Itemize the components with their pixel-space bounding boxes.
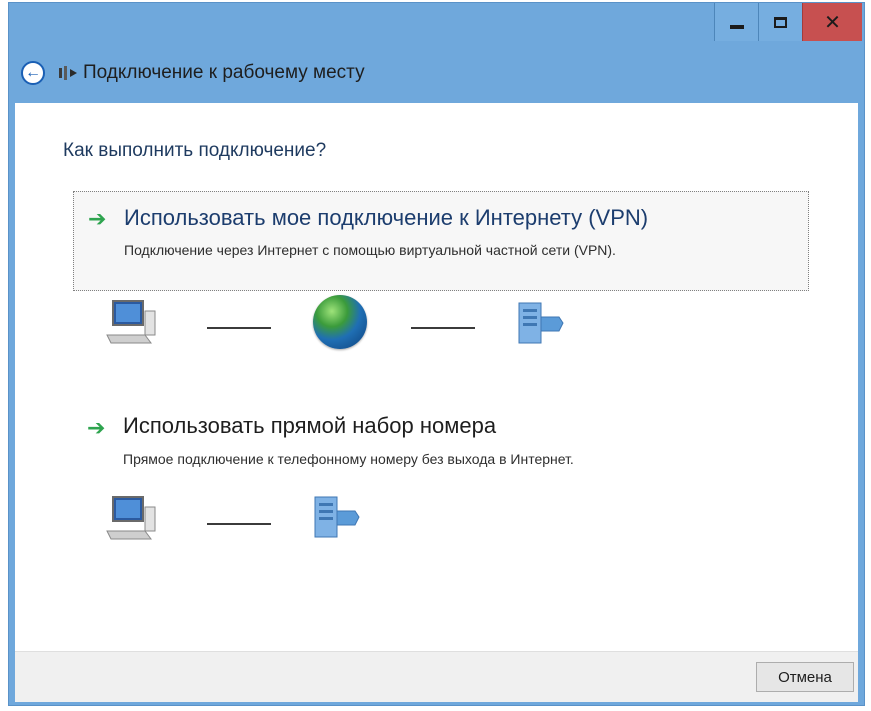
connection-line [207,327,271,329]
maximize-icon [774,16,787,28]
close-icon: ✕ [824,10,841,34]
back-button[interactable]: ← [21,61,45,85]
back-arrow-icon: ← [25,64,41,81]
globe-icon [313,295,367,349]
vpn-diagram [15,295,858,355]
green-arrow-icon: ➔ [88,206,107,231]
wizard-content: Как выполнить подключение? ➔ Использоват… [15,103,858,651]
wizard-footer: Отмена [15,651,858,702]
server-icon [311,495,365,541]
option-dialup-description: Прямое подключение к телефонному номеру … [123,451,574,467]
window-controls: ✕ [714,3,862,43]
option-vpn[interactable]: ➔ Использовать мое подключение к Интерне… [73,191,809,291]
navigation-bar: ← Подключение к рабочему месту [9,43,864,103]
computer-icon [105,495,159,541]
network-wizard-icon [57,64,79,82]
window-title: Подключение к рабочему месту [83,62,365,83]
close-button[interactable]: ✕ [802,3,862,41]
connection-line [411,327,475,329]
option-dialup[interactable]: ➔ Использовать прямой набор номера Прямо… [73,413,809,483]
green-arrow-icon: ➔ [87,415,106,440]
dialup-diagram [15,491,858,551]
option-vpn-description: Подключение через Интернет с помощью вир… [124,242,616,258]
minimize-icon [729,25,744,29]
option-vpn-title: Использовать мое подключение к Интернету… [124,205,649,230]
computer-icon [105,299,159,345]
cancel-button[interactable]: Отмена [756,662,854,692]
maximize-button[interactable] [758,3,802,41]
minimize-button[interactable] [714,3,758,41]
connection-line [207,523,271,525]
wizard-window: ✕ ← Подключение к рабочему месту Как вып… [8,2,865,706]
option-dialup-title: Использовать прямой набор номера [123,413,497,438]
server-icon [515,301,569,347]
page-question: Как выполнить подключение? [63,140,327,161]
